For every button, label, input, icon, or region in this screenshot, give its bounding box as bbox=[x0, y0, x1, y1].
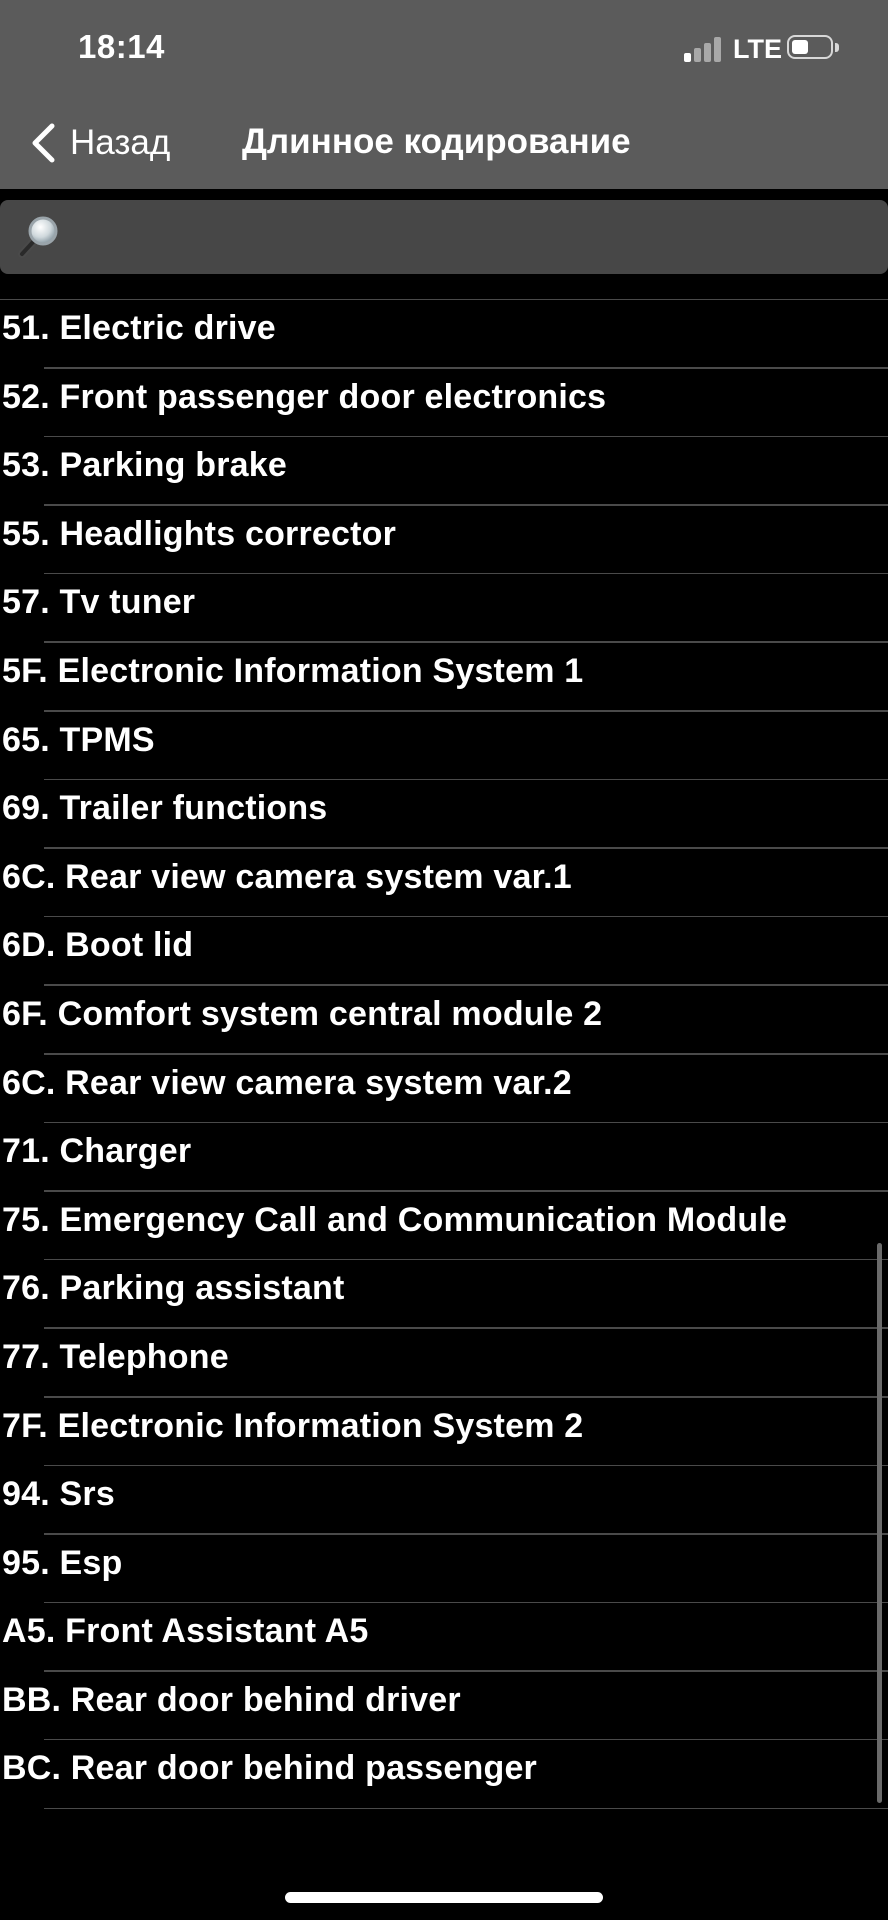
list-item[interactable]: 71. Charger bbox=[0, 1123, 888, 1192]
list-item-label: 94. Srs bbox=[2, 1475, 115, 1514]
back-label: Назад bbox=[70, 123, 171, 162]
list-item[interactable]: 6C. Rear view camera system var.1 bbox=[0, 849, 888, 918]
app-header: 18:14 LTE Назад Длинное кодирование bbox=[0, 0, 888, 189]
list-item-label: 7F. Electronic Information System 2 bbox=[2, 1406, 584, 1445]
list-item-label: 55. Headlights corrector bbox=[2, 514, 397, 553]
list-item[interactable]: 75. Emergency Call and Communication Mod… bbox=[0, 1192, 888, 1261]
list-item[interactable]: 6F. Comfort system central module 2 bbox=[0, 986, 888, 1055]
list-item-label: 6D. Boot lid bbox=[2, 926, 194, 965]
signal-bar bbox=[684, 53, 691, 62]
battery-icon bbox=[787, 35, 833, 59]
battery-tip bbox=[835, 43, 839, 52]
list-item-label: 76. Parking assistant bbox=[2, 1269, 345, 1308]
search-bar[interactable] bbox=[0, 200, 888, 276]
signal-bar bbox=[694, 48, 701, 62]
list-item-label: 95. Esp bbox=[2, 1543, 123, 1582]
signal-bar bbox=[714, 37, 721, 62]
list-item[interactable]: 7F. Electronic Information System 2 bbox=[0, 1398, 888, 1467]
list-item[interactable]: 53. Parking brake bbox=[0, 437, 888, 506]
list-item-label: A5. Front Assistant A5 bbox=[2, 1612, 369, 1651]
list-item[interactable]: 55. Headlights corrector bbox=[0, 506, 888, 575]
signal-bar bbox=[704, 43, 711, 62]
list-item-label: BB. Rear door behind driver bbox=[2, 1680, 461, 1719]
list-item[interactable]: BB. Rear door behind driver bbox=[0, 1672, 888, 1741]
cellular-signal-icon bbox=[684, 36, 724, 62]
list-item[interactable]: 6D. Boot lid bbox=[0, 917, 888, 986]
list-item[interactable]: 76. Parking assistant bbox=[0, 1260, 888, 1329]
back-button[interactable]: Назад bbox=[24, 118, 170, 168]
list-item[interactable]: 51. Electric drive bbox=[0, 300, 888, 369]
list-item[interactable]: 6C. Rear view camera system var.2 bbox=[0, 1055, 888, 1124]
list-item-label: 71. Charger bbox=[2, 1132, 192, 1171]
list-item-label: 6C. Rear view camera system var.2 bbox=[2, 1063, 572, 1102]
list-item[interactable]: 52. Front passenger door electronics bbox=[0, 369, 888, 438]
list-item[interactable]: 69. Trailer functions bbox=[0, 780, 888, 849]
list-item-label: 6F. Comfort system central module 2 bbox=[2, 994, 603, 1033]
list-item[interactable]: 65. TPMS bbox=[0, 712, 888, 781]
list-item-label: 75. Emergency Call and Communication Mod… bbox=[2, 1200, 788, 1239]
status-bar: 18:14 LTE bbox=[0, 0, 888, 100]
list-item-label: BC. Rear door behind passenger bbox=[2, 1749, 537, 1788]
battery-level bbox=[792, 40, 808, 54]
list-item[interactable]: 94. Srs bbox=[0, 1466, 888, 1535]
list-item[interactable]: 95. Esp bbox=[0, 1535, 888, 1604]
list-item-label: 52. Front passenger door electronics bbox=[2, 377, 607, 416]
list-item[interactable]: BC. Rear door behind passenger bbox=[0, 1740, 888, 1809]
control-unit-list: 51. Electric drive 52. Front passenger do… bbox=[0, 299, 888, 1809]
chevron-left-icon bbox=[32, 123, 55, 163]
list-item-label: 69. Trailer functions bbox=[2, 789, 328, 828]
home-indicator[interactable] bbox=[285, 1892, 603, 1903]
list-item[interactable]: 5F. Electronic Information System 1 bbox=[0, 643, 888, 712]
network-type: LTE bbox=[733, 34, 782, 64]
list-item[interactable]: A5. Front Assistant A5 bbox=[0, 1603, 888, 1672]
list-item[interactable]: 77. Telephone bbox=[0, 1329, 888, 1398]
navigation-bar: Назад Длинное кодирование bbox=[0, 100, 888, 189]
list-item-label: 65. TPMS bbox=[2, 720, 155, 759]
magnifying-glass-icon bbox=[18, 216, 58, 258]
list-item-label: 57. Tv tuner bbox=[2, 583, 196, 622]
list-item-label: 77. Telephone bbox=[2, 1337, 229, 1376]
page-title: Длинное кодирование bbox=[242, 122, 631, 161]
status-time: 18:14 bbox=[78, 28, 165, 65]
search-input[interactable] bbox=[72, 200, 876, 276]
list-item-label: 53. Parking brake bbox=[2, 446, 287, 485]
scrollbar[interactable] bbox=[877, 1243, 882, 1803]
list-item[interactable]: 57. Tv tuner bbox=[0, 574, 888, 643]
list-item-label: 51. Electric drive bbox=[2, 309, 276, 347]
list-item-label: 6C. Rear view camera system var.1 bbox=[2, 857, 572, 896]
list-item-label: 5F. Electronic Information System 1 bbox=[2, 651, 584, 690]
